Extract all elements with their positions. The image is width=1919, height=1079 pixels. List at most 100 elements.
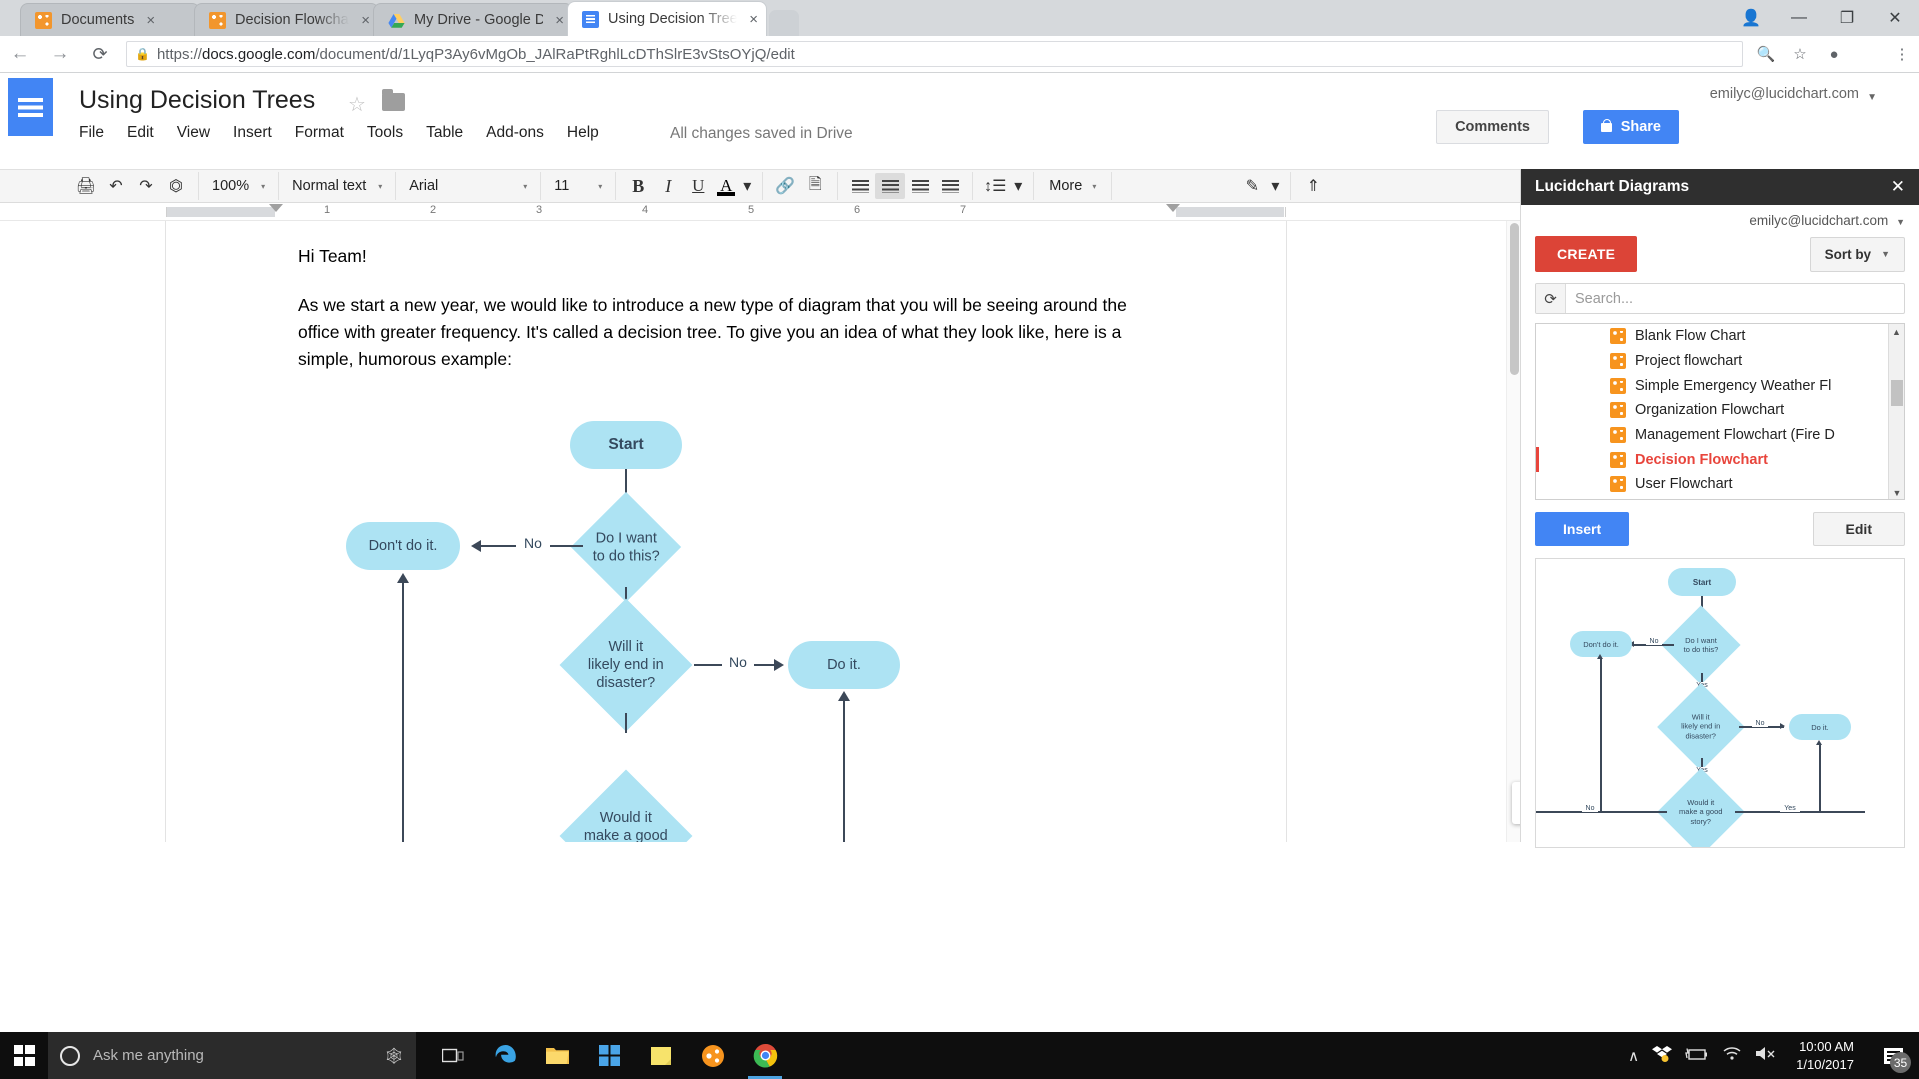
dropbox-icon[interactable] [1652, 1045, 1672, 1067]
hide-menus-icon[interactable]: ⇑ [1298, 173, 1328, 199]
close-icon[interactable]: × [749, 12, 758, 27]
redo-icon[interactable]: ↷ [131, 173, 161, 199]
document-canvas[interactable]: Hi Team! As we start a new year, we woul… [0, 221, 1586, 842]
menu-table[interactable]: Table [426, 124, 463, 142]
list-item[interactable]: Management Flowchart (Fire D [1536, 423, 1904, 448]
create-button[interactable]: CREATE [1535, 236, 1637, 272]
start-button[interactable] [0, 1032, 48, 1079]
docs-home-icon[interactable] [8, 78, 53, 136]
insert-button[interactable]: Insert [1535, 512, 1629, 546]
menu-edit[interactable]: Edit [127, 124, 154, 142]
task-view-icon[interactable] [428, 1032, 478, 1079]
bold-button[interactable]: B [623, 173, 653, 199]
new-tab-button[interactable] [769, 10, 799, 36]
search-input[interactable]: Search... [1566, 284, 1904, 313]
align-right-button[interactable] [905, 173, 935, 199]
back-icon[interactable]: ← [0, 43, 40, 65]
font-size-select[interactable]: 11 ▾ [548, 173, 608, 199]
right-indent-marker[interactable] [1166, 204, 1180, 212]
align-left-button[interactable] [845, 173, 875, 199]
list-item[interactable]: Organization Flowchart [1536, 398, 1904, 423]
chevron-down-icon[interactable]: ▾ [739, 173, 755, 199]
maximize-button[interactable]: ❐ [1823, 0, 1871, 36]
insert-comment-icon[interactable]: 🗎 [800, 173, 830, 199]
close-icon[interactable]: × [361, 13, 370, 28]
browser-tab-decision-flowchart[interactable]: Decision Flowchart: Lucid × [194, 3, 379, 36]
align-justify-button[interactable] [935, 173, 965, 199]
refresh-icon[interactable]: ⟳ [1536, 284, 1566, 313]
lucidchart-account-email[interactable]: emilyc@lucidchart.com ▼ [1521, 205, 1919, 228]
action-center-button[interactable]: 35 [1873, 1032, 1913, 1079]
scrollbar-thumb[interactable] [1891, 380, 1903, 406]
star-icon[interactable]: ☆ [348, 92, 366, 117]
insert-link-icon[interactable]: 🔗 [770, 173, 800, 199]
scroll-down-icon[interactable]: ▼ [1889, 485, 1905, 500]
scrollbar-thumb[interactable] [1510, 223, 1519, 375]
align-center-button[interactable] [875, 173, 905, 199]
forward-icon[interactable]: → [40, 43, 80, 65]
close-window-button[interactable]: ✕ [1871, 0, 1919, 36]
close-icon[interactable]: ✕ [1891, 177, 1905, 197]
taskbar-clock[interactable]: 10:00 AM 1/10/2017 [1790, 1038, 1860, 1073]
paint-format-icon[interactable]: ⏣ [161, 173, 191, 199]
underline-button[interactable]: U [683, 173, 713, 199]
line-spacing-icon[interactable]: ↕☰ [980, 173, 1010, 199]
browser-tab-documents[interactable]: Documents × [20, 3, 200, 36]
document-page[interactable]: Hi Team! As we start a new year, we woul… [166, 221, 1286, 842]
sort-by-button[interactable]: Sort by ▼ [1810, 237, 1905, 272]
menu-insert[interactable]: Insert [233, 124, 272, 142]
store-icon[interactable] [584, 1032, 634, 1079]
list-item[interactable]: Project flowchart [1536, 349, 1904, 374]
microphone-icon[interactable]: 🕸 [384, 1046, 404, 1066]
share-button[interactable]: Share [1583, 110, 1679, 144]
list-item[interactable]: Blank Flow Chart [1536, 324, 1904, 349]
chrome-icon[interactable] [740, 1032, 790, 1079]
list-scrollbar[interactable]: ▲ ▼ [1888, 324, 1904, 500]
diagram-preview[interactable]: Start Do I wantto do this? No Don't do i… [1535, 558, 1905, 848]
browser-tab-using-decision-trees[interactable]: Using Decision Trees - Go × [567, 1, 767, 36]
decision-flowchart-image[interactable]: Start Do I wantto do this? No Don't do i… [298, 421, 1163, 842]
left-indent-marker[interactable] [269, 204, 283, 212]
print-icon[interactable]: 🖨 [71, 173, 101, 199]
profile-icon[interactable]: 👤 [1727, 0, 1775, 36]
scroll-up-icon[interactable]: ▲ [1889, 324, 1904, 340]
menu-view[interactable]: View [177, 124, 210, 142]
chevron-down-icon[interactable]: ▾ [1267, 173, 1283, 199]
chevron-down-icon[interactable]: ▾ [1010, 173, 1026, 199]
volume-muted-icon[interactable] [1755, 1046, 1777, 1065]
font-family-select[interactable]: Arial ▾ [403, 173, 533, 199]
menu-format[interactable]: Format [295, 124, 344, 142]
document-ruler[interactable]: 1 2 3 4 5 6 7 [0, 203, 1586, 221]
close-icon[interactable]: × [555, 13, 564, 28]
italic-button[interactable]: I [653, 173, 683, 199]
browser-menu-icon[interactable]: ⋮ [1885, 45, 1919, 63]
file-explorer-icon[interactable] [532, 1032, 582, 1079]
document-title[interactable]: Using Decision Trees [79, 86, 315, 115]
cortana-search-box[interactable]: Ask me anything 🕸 [48, 1032, 416, 1079]
edge-icon[interactable] [480, 1032, 530, 1079]
browser-tab-my-drive[interactable]: My Drive - Google Drive × [373, 3, 573, 36]
lucidchart-document-list[interactable]: Blank Flow Chart Project flowchart Simpl… [1535, 323, 1905, 500]
extension-icon-1[interactable]: ● [1817, 46, 1851, 63]
more-button[interactable]: More ▾ [1041, 178, 1104, 194]
text-color-button[interactable]: A [713, 173, 739, 199]
edit-button[interactable]: Edit [1813, 512, 1905, 546]
menu-help[interactable]: Help [567, 124, 599, 142]
wifi-icon[interactable] [1722, 1046, 1742, 1065]
undo-icon[interactable]: ↶ [101, 173, 131, 199]
show-hidden-icons-chevron[interactable]: ∧ [1628, 1047, 1639, 1065]
edit-mode-pencil-icon[interactable]: ✎ [1237, 173, 1267, 199]
address-bar[interactable]: 🔒 https://docs.google.com/document/d/1Ly… [126, 41, 1743, 67]
lucidchart-icon[interactable] [688, 1032, 738, 1079]
paragraph-style-select[interactable]: Normal text ▾ [286, 173, 388, 199]
document-scrollbar[interactable] [1506, 221, 1520, 842]
list-item-selected[interactable]: Decision Flowchart [1536, 447, 1904, 472]
minimize-button[interactable]: — [1775, 0, 1823, 36]
list-item[interactable]: User Flowchart [1536, 472, 1904, 497]
zoom-select[interactable]: 100% ▾ [206, 173, 271, 199]
zoom-icon[interactable]: 🔍 [1749, 45, 1783, 63]
list-item[interactable]: Simple Emergency Weather Fl [1536, 373, 1904, 398]
menu-tools[interactable]: Tools [367, 124, 403, 142]
chevron-down-icon[interactable]: ▼ [1867, 92, 1877, 103]
move-to-folder-icon[interactable] [382, 93, 405, 111]
